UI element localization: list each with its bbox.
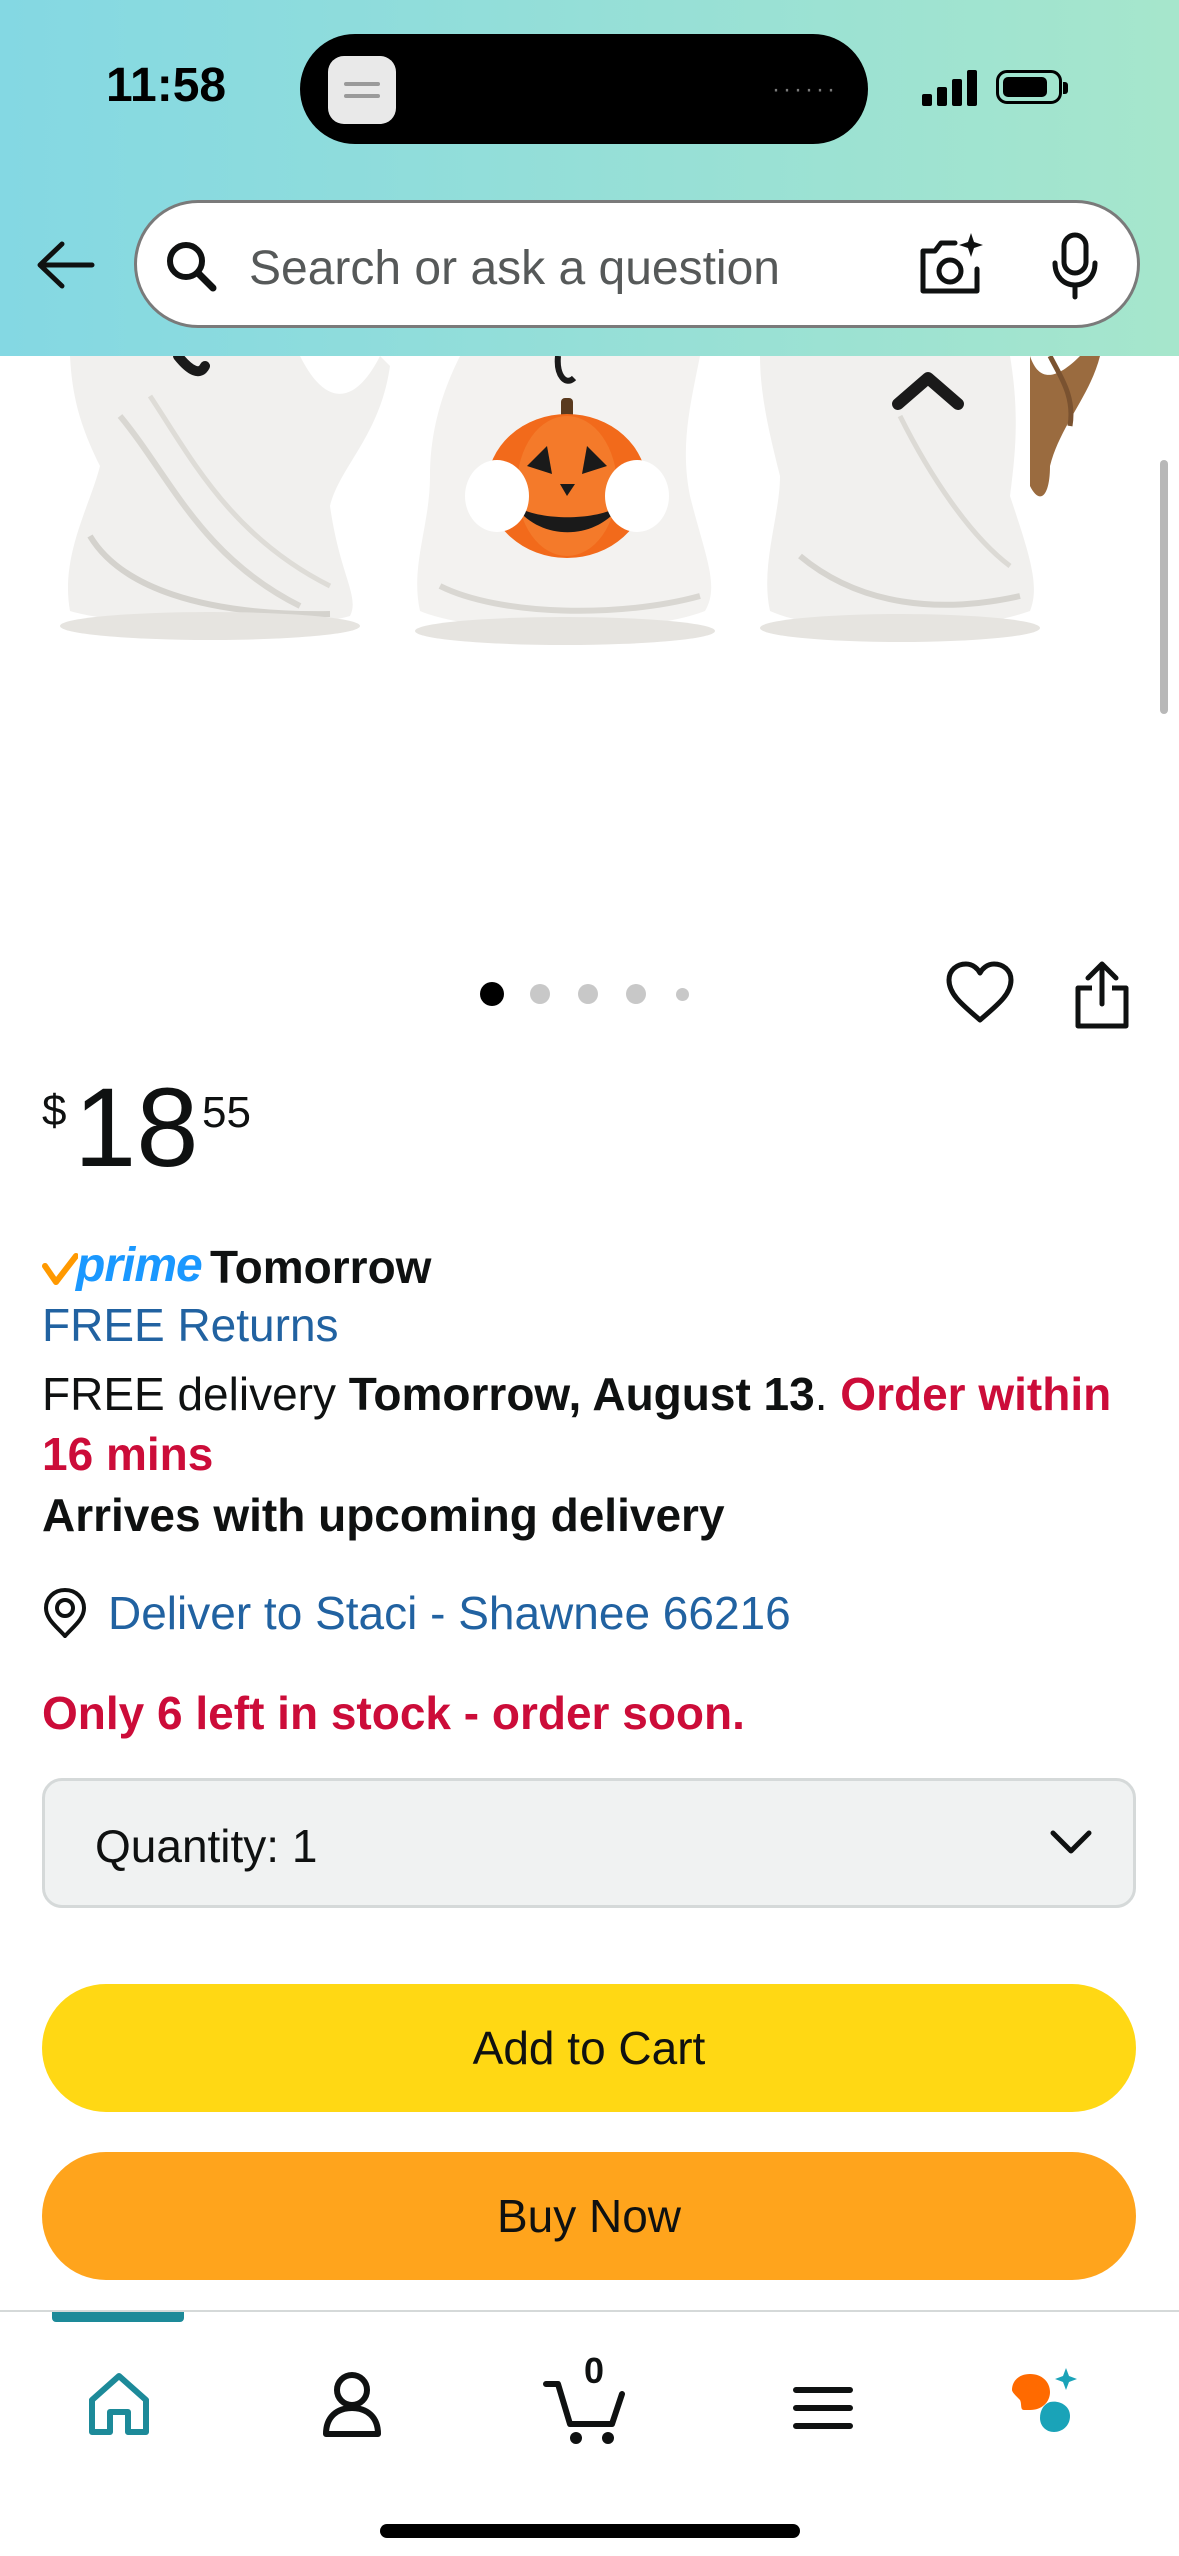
carousel-dot[interactable] <box>578 984 598 1004</box>
price-whole: 18 <box>74 1065 199 1190</box>
nav-home[interactable] <box>64 2354 174 2454</box>
location-pin-icon <box>43 1587 87 1638</box>
camera-search-icon[interactable] <box>915 229 987 301</box>
prime-delivery-day: Tomorrow <box>210 1241 432 1293</box>
delivery-prefix: FREE delivery <box>42 1368 349 1420</box>
dynamic-island: ······ <box>300 34 868 144</box>
carousel-dot-active[interactable] <box>480 982 504 1006</box>
prime-logo-text: prime <box>76 1239 203 1292</box>
quantity-label-text: Quantity: <box>95 1820 280 1872</box>
add-to-cart-button[interactable]: Add to Cart <box>42 1984 1136 2112</box>
delivery-period: . <box>814 1368 841 1420</box>
cellular-signal-icon <box>922 68 980 106</box>
search-input[interactable]: Search or ask a question <box>249 241 780 296</box>
search-bar[interactable]: Search or ask a question <box>134 200 1140 328</box>
delivery-date: Tomorrow, August 13 <box>348 1368 815 1420</box>
app-header: 11:58 ······ Search or ask a question <box>0 0 1179 356</box>
bottom-navigation: 0 <box>0 2310 1179 2556</box>
product-image[interactable] <box>0 356 1179 956</box>
left-ghost-figure <box>60 356 391 640</box>
back-arrow-icon[interactable] <box>34 234 96 296</box>
nav-account[interactable] <box>298 2354 408 2454</box>
nav-menu[interactable] <box>768 2354 878 2454</box>
nav-cart[interactable]: 0 <box>536 2350 646 2454</box>
price-currency-symbol: $ <box>42 1086 67 1135</box>
carousel-dot[interactable] <box>530 984 550 1004</box>
arrives-note: Arrives with upcoming delivery <box>42 1489 725 1541</box>
home-icon <box>89 2373 149 2435</box>
middle-ghost-figure <box>415 356 715 645</box>
battery-icon <box>996 70 1068 104</box>
ghost-figurines-image <box>60 356 1100 645</box>
right-ghost-figure <box>760 356 1100 642</box>
heart-icon[interactable] <box>944 960 1016 1026</box>
prime-check-icon <box>42 1253 78 1285</box>
search-icon <box>167 242 217 292</box>
chevron-down-icon <box>1050 1830 1092 1854</box>
live-activity-dots: ······ <box>772 76 838 103</box>
rufus-icon <box>1012 2368 1077 2432</box>
status-time: 11:58 <box>106 59 227 112</box>
nav-active-indicator <box>52 2312 184 2322</box>
quantity-selector[interactable]: Quantity: 1 <box>42 1778 1136 1908</box>
menu-icon <box>793 2387 853 2429</box>
delivery-message: FREE delivery Tomorrow, August 13. Order… <box>42 1364 1142 1484</box>
quantity-value: 1 <box>291 1820 318 1872</box>
stock-warning: Only 6 left in stock - order soon. <box>42 1687 745 1739</box>
free-returns-link[interactable]: FREE Returns <box>42 1298 339 1352</box>
scroll-indicator[interactable] <box>1160 460 1168 714</box>
carousel-dot[interactable] <box>676 988 689 1001</box>
price-fraction: 55 <box>202 1088 251 1137</box>
account-icon <box>323 2372 381 2437</box>
deliver-to-link[interactable]: Deliver to Staci - Shawnee 66216 <box>108 1586 791 1640</box>
buy-now-button[interactable]: Buy Now <box>42 2152 1136 2280</box>
quantity-label: Quantity: 1 <box>95 1819 317 1873</box>
microphone-icon[interactable] <box>1045 231 1105 301</box>
cart-count-badge: 0 <box>583 2350 605 2391</box>
carousel-dot[interactable] <box>626 984 646 1004</box>
share-icon[interactable] <box>1072 958 1132 1030</box>
home-indicator <box>380 2524 800 2538</box>
nav-rufus[interactable] <box>1000 2354 1110 2454</box>
live-activity-app-icon <box>328 56 396 124</box>
